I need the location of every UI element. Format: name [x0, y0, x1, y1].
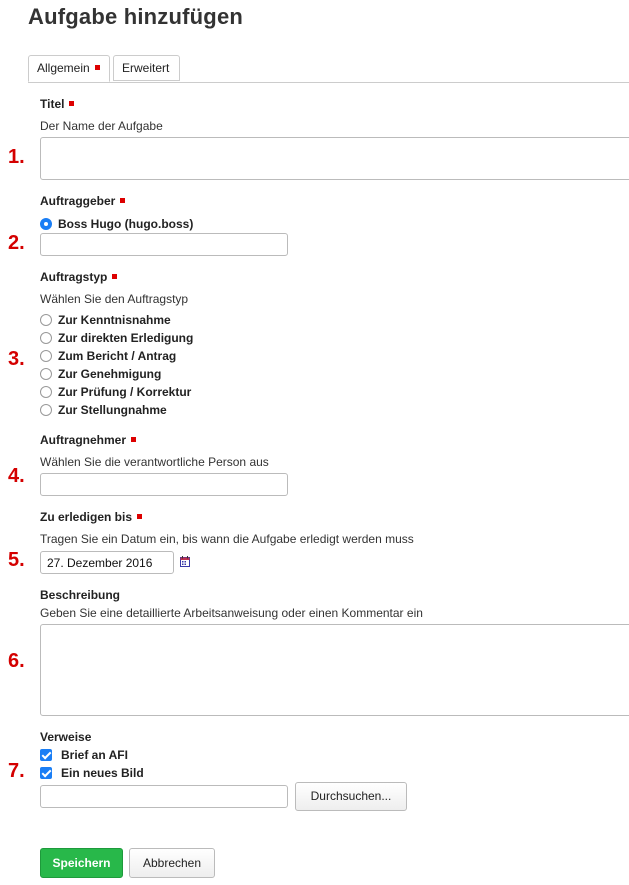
- radio-button[interactable]: [40, 218, 52, 230]
- step-number: 7.: [8, 760, 25, 782]
- verweis-item[interactable]: Brief an AFI: [40, 747, 128, 763]
- step-number: 6.: [8, 650, 25, 672]
- titel-label: Titel: [40, 97, 75, 111]
- option-label: Zur Kenntnisnahme: [58, 313, 171, 327]
- titel-input[interactable]: [40, 137, 629, 180]
- auftraggeber-search-input[interactable]: [40, 233, 288, 256]
- radio-button[interactable]: [40, 332, 52, 344]
- step-number: 1.: [8, 146, 25, 168]
- option-label: Boss Hugo (hugo.boss): [58, 217, 194, 231]
- option-label: Zur Stellungnahme: [58, 403, 167, 417]
- option-label: Zur direkten Erledigung: [58, 331, 194, 345]
- auftraggeber-label: Auftraggeber: [40, 194, 126, 208]
- auftraggeber-selected-option[interactable]: Boss Hugo (hugo.boss): [40, 216, 193, 232]
- auftragstyp-option[interactable]: Zur direkten Erledigung: [40, 330, 193, 346]
- auftragnehmer-label: Auftragnehmer: [40, 433, 137, 447]
- auftragstyp-option[interactable]: Zur Stellungnahme: [40, 402, 167, 418]
- verweise-search-input[interactable]: [40, 785, 288, 808]
- auftragstyp-option[interactable]: Zum Bericht / Antrag: [40, 348, 176, 364]
- auftragstyp-help: Wählen Sie den Auftragstyp: [40, 292, 189, 306]
- due-date-label: Zu erledigen bis: [40, 510, 143, 524]
- required-marker: [131, 437, 137, 442]
- verweis-item[interactable]: Ein neues Bild: [40, 765, 144, 781]
- required-marker: [120, 198, 126, 203]
- step-number: 4.: [8, 465, 25, 487]
- auftragstyp-label: Auftragstyp: [40, 270, 118, 284]
- due-date-input[interactable]: [40, 551, 174, 574]
- required-marker: [112, 274, 118, 279]
- option-label: Zum Bericht / Antrag: [58, 349, 177, 363]
- radio-button[interactable]: [40, 350, 52, 362]
- step-number: 2.: [8, 232, 25, 254]
- page-title: Aufgabe hinzufügen: [28, 4, 244, 29]
- step-number: 3.: [8, 348, 25, 370]
- radio-button[interactable]: [40, 386, 52, 398]
- verweise-label: Verweise: [40, 730, 92, 744]
- radio-button[interactable]: [40, 314, 52, 326]
- required-marker: [137, 514, 143, 519]
- radio-button[interactable]: [40, 404, 52, 416]
- beschreibung-help: Geben Sie eine detaillierte Arbeitsanwei…: [40, 606, 423, 620]
- tab-bar: Allgemein Erweitert: [28, 55, 629, 83]
- beschreibung-textarea[interactable]: [40, 624, 629, 716]
- auftragstyp-option[interactable]: Zur Kenntnisnahme: [40, 312, 171, 328]
- auftragnehmer-help: Wählen Sie die verantwortliche Person au…: [40, 455, 269, 469]
- cancel-button[interactable]: Abbrechen: [129, 848, 215, 878]
- step-number: 5.: [8, 549, 25, 571]
- save-button[interactable]: Speichern: [40, 848, 123, 878]
- due-date-help: Tragen Sie ein Datum ein, bis wann die A…: [40, 532, 414, 546]
- option-label: Ein neues Bild: [61, 766, 144, 780]
- tab-label: Erweitert: [122, 61, 170, 75]
- radio-button[interactable]: [40, 368, 52, 380]
- tab-label: Allgemein: [37, 61, 90, 75]
- required-marker: [94, 65, 100, 70]
- required-marker: [69, 101, 75, 106]
- checkbox[interactable]: [40, 767, 52, 779]
- checkbox[interactable]: [40, 749, 52, 761]
- auftragstyp-option[interactable]: Zur Prüfung / Korrektur: [40, 384, 191, 400]
- option-label: Brief an AFI: [61, 748, 128, 762]
- tab-allgemein[interactable]: Allgemein: [28, 55, 110, 82]
- titel-help: Der Name der Aufgabe: [40, 119, 163, 133]
- auftragstyp-option[interactable]: Zur Genehmigung: [40, 366, 161, 382]
- option-label: Zur Genehmigung: [58, 367, 162, 381]
- tab-erweitert[interactable]: Erweitert: [113, 55, 180, 81]
- option-label: Zur Prüfung / Korrektur: [58, 385, 192, 399]
- auftragnehmer-input[interactable]: [40, 473, 288, 496]
- beschreibung-label: Beschreibung: [40, 588, 121, 602]
- browse-button[interactable]: Durchsuchen...: [295, 782, 407, 811]
- calendar-icon[interactable]: [180, 556, 190, 567]
